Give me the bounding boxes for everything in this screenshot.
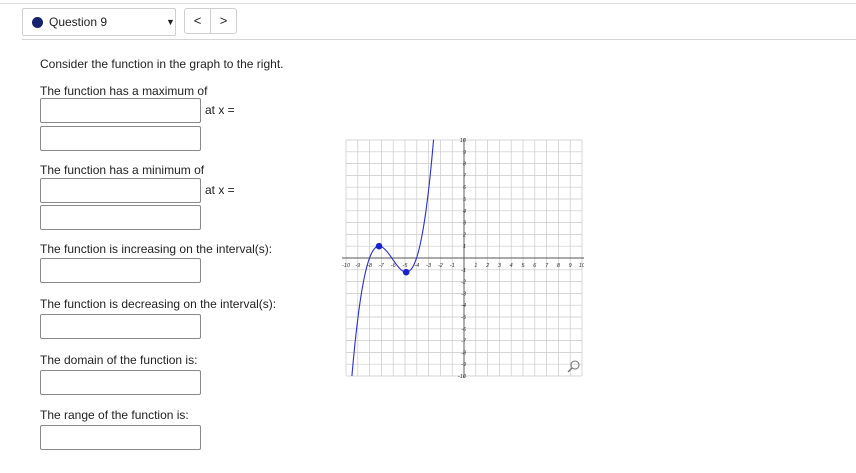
y-tick-label: 3 xyxy=(463,221,467,227)
maximum-label: The function has a maximum of xyxy=(40,84,208,98)
decreasing-label: The function is decreasing on the interv… xyxy=(40,297,277,311)
question-label: Question 9 xyxy=(49,15,108,29)
x-tick-label: 3 xyxy=(498,263,502,269)
question-status-dot xyxy=(32,17,43,28)
x-tick-label: -10 xyxy=(342,263,351,269)
key-point xyxy=(402,268,410,276)
y-tick-label: 4 xyxy=(463,209,466,215)
x-tick-label: -3 xyxy=(426,263,432,269)
x-tick-label: -1 xyxy=(450,263,455,269)
y-tick-label: 5 xyxy=(463,197,467,203)
x-tick-label: 1 xyxy=(474,263,477,269)
minimum-value-input[interactable] xyxy=(40,178,201,203)
minimum-at-x-label: at x = xyxy=(205,183,235,197)
y-tick-label: -3 xyxy=(461,291,467,297)
y-tick-label: 1 xyxy=(463,244,466,250)
y-tick-label: -4 xyxy=(461,303,466,309)
y-tick-label: 6 xyxy=(463,185,467,191)
x-tick-label: 7 xyxy=(545,263,549,269)
question-prompt: Consider the function in the graph to th… xyxy=(40,57,284,71)
y-tick-label: -8 xyxy=(461,350,467,356)
page-footer-fragment xyxy=(40,468,190,473)
increasing-label: The function is increasing on the interv… xyxy=(40,242,273,256)
x-tick-label: -9 xyxy=(355,263,360,269)
x-tick-label: -7 xyxy=(379,263,385,269)
y-tick-label: -1 xyxy=(461,268,466,274)
next-question-button[interactable]: > xyxy=(210,8,237,34)
y-tick-label: 8 xyxy=(463,162,467,168)
x-tick-label: 6 xyxy=(533,263,537,269)
maximum-x-input[interactable] xyxy=(40,126,201,151)
domain-input[interactable] xyxy=(40,370,201,395)
y-tick-label: -9 xyxy=(461,362,466,368)
domain-label: The domain of the function is: xyxy=(40,353,198,367)
range-label: The range of the function is: xyxy=(40,408,189,422)
maximum-at-x-label: at x = xyxy=(205,103,235,117)
magnifier-icon[interactable] xyxy=(567,360,580,373)
x-tick-label: 8 xyxy=(557,263,561,269)
header-divider xyxy=(22,39,856,40)
decreasing-interval-input[interactable] xyxy=(40,314,201,339)
x-tick-label: 2 xyxy=(485,263,489,269)
maximum-value-input[interactable] xyxy=(40,98,201,123)
x-tick-label: 9 xyxy=(569,263,572,269)
y-tick-label: 7 xyxy=(463,173,467,179)
range-input[interactable] xyxy=(40,425,201,450)
question-selector[interactable]: Question 9 ▼ xyxy=(22,8,176,36)
x-tick-label: -4 xyxy=(414,263,419,269)
y-tick-label: -6 xyxy=(461,327,467,333)
y-tick-label: -7 xyxy=(461,339,467,345)
minimum-label: The function has a minimum of xyxy=(40,163,205,177)
minimum-x-input[interactable] xyxy=(40,205,201,230)
x-tick-label: 4 xyxy=(510,263,513,269)
y-tick-label: 9 xyxy=(463,150,466,156)
increasing-interval-input[interactable] xyxy=(40,258,201,283)
key-point xyxy=(375,242,383,250)
y-tick-label: 10 xyxy=(460,138,467,144)
x-tick-label: -5 xyxy=(403,263,409,269)
y-tick-label: -2 xyxy=(461,280,466,286)
caret-down-icon: ▼ xyxy=(166,17,175,27)
x-tick-label: 10 xyxy=(579,263,584,269)
y-tick-label: 2 xyxy=(462,232,466,238)
y-tick-label: -10 xyxy=(458,374,467,378)
y-tick-label: -5 xyxy=(461,315,467,321)
previous-question-button[interactable]: < xyxy=(184,8,211,34)
x-tick-label: 5 xyxy=(521,263,525,269)
function-graph: -10 -9 -8 -7 -6 -5 -4 -3 -2 -1 1 2 3 4 5 6 7 8 9 10 10 9 8 7 6 5… xyxy=(342,138,584,378)
x-tick-label: -2 xyxy=(438,263,443,269)
top-divider xyxy=(0,3,856,4)
